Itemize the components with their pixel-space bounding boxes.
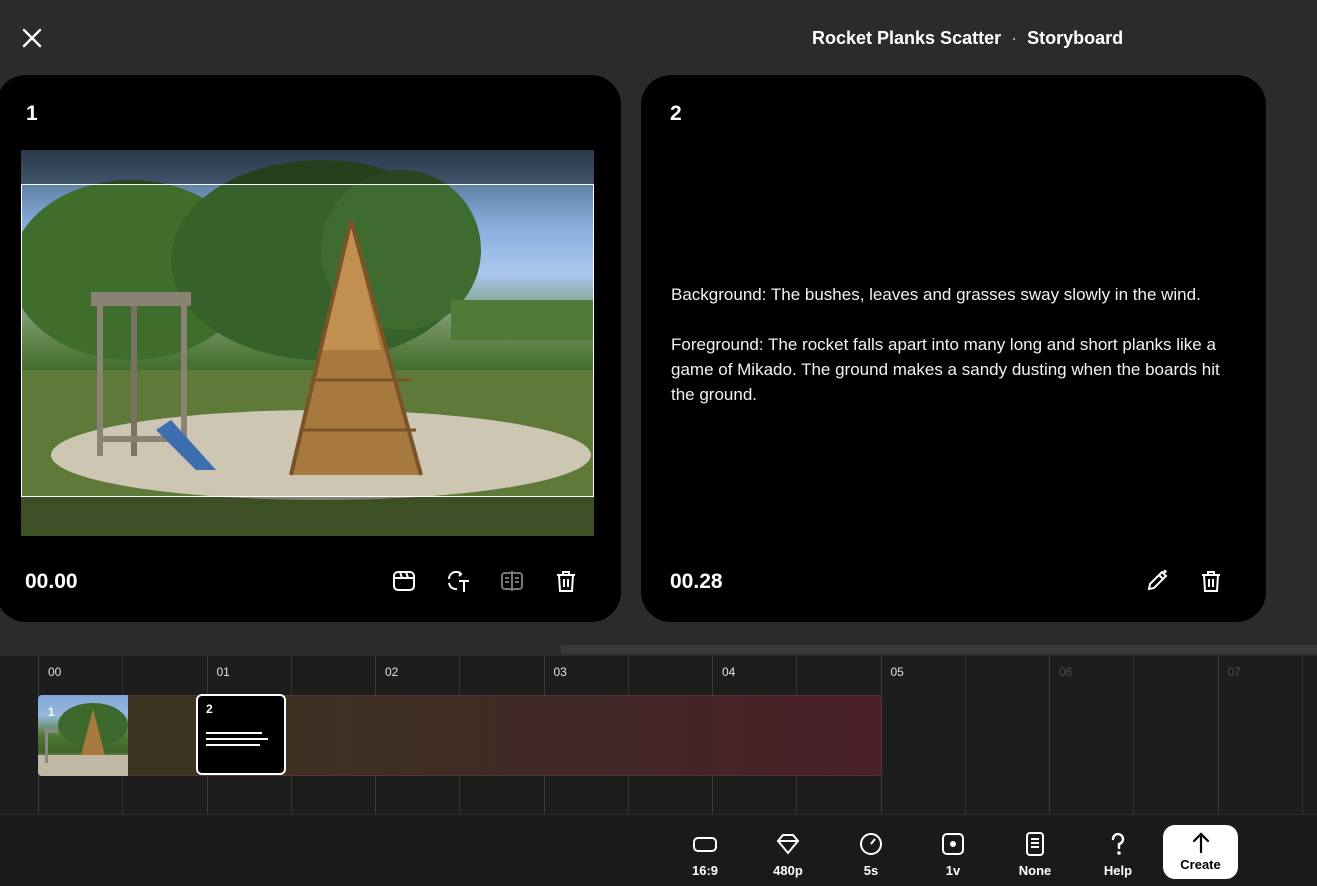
title-separator: ·: [1011, 28, 1018, 48]
description-foreground: Foreground: The rocket falls apart into …: [671, 335, 1220, 404]
timeline-tick-label: 00: [48, 665, 62, 679]
edit-scene-button[interactable]: [1142, 566, 1172, 596]
trash-icon: [1202, 571, 1220, 592]
scene-card-1[interactable]: 1 00.00: [0, 75, 621, 622]
close-button[interactable]: [18, 24, 46, 52]
timeline-tick-line: [1049, 656, 1050, 814]
timeline-half-tick-line: [964, 656, 966, 814]
camera-icon: [393, 571, 415, 591]
page-title: Rocket Planks Scatter · Storyboard: [812, 28, 1123, 49]
variations-button[interactable]: 1v: [923, 825, 983, 883]
scene-time: 00.00: [25, 570, 78, 593]
compare-button[interactable]: [497, 566, 527, 596]
camera-button[interactable]: [389, 566, 419, 596]
timeline-tick-label: 05: [890, 665, 904, 679]
close-icon: [22, 28, 42, 48]
create-label: Create: [1180, 857, 1221, 872]
scene-number: 2: [670, 102, 682, 125]
diamond-quality-icon: [776, 834, 800, 855]
crop-shade-bottom: [21, 497, 594, 536]
timeline-clip-2[interactable]: 2: [196, 694, 286, 775]
help-label: Help: [1103, 863, 1133, 878]
help-button[interactable]: Help: [1088, 825, 1148, 883]
crop-shade-top: [21, 150, 594, 184]
delete-scene-button[interactable]: [1196, 566, 1226, 596]
scene-description[interactable]: Background: The bushes, leaves and grass…: [671, 282, 1241, 407]
text-transform-icon: [447, 570, 469, 592]
help-icon: [1111, 832, 1125, 855]
timeline-tick-label: 07: [1227, 665, 1241, 679]
clip-number: 1: [48, 705, 55, 719]
timeline-tick-label: 01: [216, 665, 230, 679]
style-preset-button[interactable]: None: [1005, 825, 1065, 883]
aspect-ratio-label: 16:9: [691, 863, 719, 878]
view-name: Storyboard: [1027, 28, 1124, 48]
description-background: Background: The bushes, leaves and grass…: [671, 285, 1201, 304]
quality-label: 480p: [773, 863, 803, 878]
horizontal-scrollbar[interactable]: [561, 645, 1317, 654]
create-button[interactable]: Create: [1163, 825, 1238, 879]
aspect-ratio-button[interactable]: 16:9: [675, 825, 735, 883]
delete-scene-button[interactable]: [551, 566, 581, 596]
compare-icon: [501, 571, 523, 591]
timeline-tick-label: 02: [385, 665, 399, 679]
duration-icon: [860, 833, 882, 855]
timeline-half-tick-line: [1301, 656, 1303, 814]
quality-button[interactable]: 480p: [758, 825, 818, 883]
text-line-icon: [206, 738, 268, 740]
timeline-tick-label: 04: [722, 665, 736, 679]
trash-icon: [557, 571, 575, 592]
timeline[interactable]: 00 01 02 03 04 05 06 07 1 2: [0, 656, 1317, 814]
style-preset-label: None: [1018, 863, 1052, 878]
timeline-clip-1[interactable]: 1: [38, 695, 128, 776]
duration-label: 5s: [863, 863, 879, 878]
timeline-tick-label: 03: [553, 665, 567, 679]
variations-label: 1v: [945, 863, 961, 878]
timeline-tick-line: [1217, 656, 1219, 814]
variations-icon: [942, 833, 964, 855]
duration-button[interactable]: 5s: [841, 825, 901, 883]
bottom-toolbar: 16:9 480p 5s 1v None Help Create: [0, 814, 1317, 886]
timeline-clip-track[interactable]: [38, 695, 882, 776]
style-preset-icon: [1026, 832, 1044, 856]
scene-image[interactable]: [21, 150, 594, 536]
crop-frame[interactable]: [21, 184, 594, 497]
project-name: Rocket Planks Scatter: [812, 28, 1002, 48]
arrow-up-icon: [1192, 832, 1209, 854]
text-transform-button[interactable]: [443, 566, 473, 596]
scene-time: 00.28: [670, 570, 723, 593]
timeline-half-tick-line: [1133, 656, 1135, 814]
text-line-icon: [206, 732, 262, 734]
scene-number: 1: [26, 102, 38, 125]
text-line-icon: [206, 744, 260, 746]
edit-pencil-icon: [1147, 570, 1168, 591]
scene-card-2[interactable]: 2 Background: The bushes, leaves and gra…: [641, 75, 1266, 622]
timeline-tick-label: 06: [1059, 665, 1073, 679]
clip-number: 2: [206, 702, 213, 716]
aspect-ratio-icon: [693, 837, 717, 852]
